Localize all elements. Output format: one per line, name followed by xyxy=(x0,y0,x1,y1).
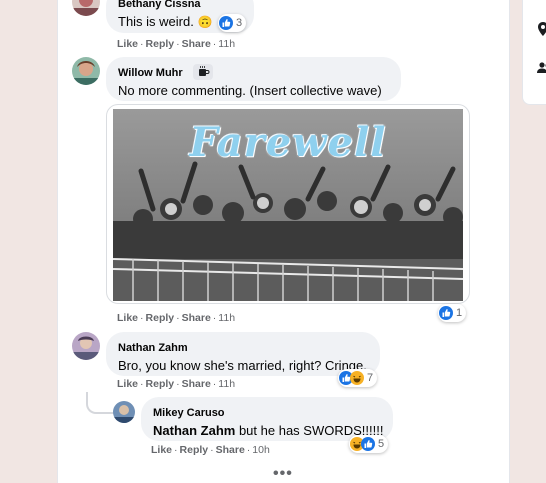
location-pin-icon[interactable] xyxy=(537,22,546,39)
reply-link[interactable]: Reply xyxy=(146,378,175,390)
mention-link[interactable]: Nathan Zahm xyxy=(153,423,235,438)
like-reaction-icon xyxy=(361,437,375,451)
comment-bubble: Nathan Zahm Bro, you know she's married,… xyxy=(106,332,380,376)
comment-body: This is weird. xyxy=(118,14,194,29)
avatar[interactable] xyxy=(72,332,100,360)
laugh-reaction-icon xyxy=(350,371,364,385)
share-link[interactable]: Share xyxy=(182,378,211,390)
reply-link[interactable]: Reply xyxy=(180,444,209,456)
timestamp[interactable]: 10h xyxy=(252,444,270,456)
avatar[interactable] xyxy=(72,57,100,85)
comment-body: No more commenting. (Insert collective w… xyxy=(118,83,382,98)
comment-author[interactable]: Bethany Cissna xyxy=(118,0,201,10)
comment-body: Bro, you know she's married, right? Crin… xyxy=(118,358,367,373)
comment-author[interactable]: Willow Muhr xyxy=(118,67,183,79)
comment-actions: Like · Reply · Share · 11h xyxy=(117,312,236,324)
timestamp[interactable]: 11h xyxy=(218,378,235,390)
more-options-icon[interactable]: ••• xyxy=(273,465,293,483)
reaction-count: 7 xyxy=(367,372,374,384)
like-link[interactable]: Like xyxy=(151,444,172,456)
gif-caption: Farewell xyxy=(189,119,387,166)
like-link[interactable]: Like xyxy=(117,312,138,324)
comment-actions: Like · Reply · Share · 11h xyxy=(117,378,236,390)
timestamp[interactable]: 11h xyxy=(218,312,235,324)
share-link[interactable]: Share xyxy=(182,38,211,50)
comment-actions: Like · Reply · Share · 10h xyxy=(151,444,270,456)
comment-author[interactable]: Nathan Zahm xyxy=(118,342,188,354)
avatar[interactable] xyxy=(113,401,135,423)
farewell-gif-image: Farewell xyxy=(113,109,463,301)
like-reaction-icon xyxy=(219,16,233,30)
reaction-summary[interactable]: 1 xyxy=(438,304,467,322)
comment-author[interactable]: Mikey Caruso xyxy=(153,407,225,419)
reply-link[interactable]: Reply xyxy=(146,38,175,50)
coffee-cup-icon xyxy=(193,63,214,80)
gif-attachment[interactable]: Farewell xyxy=(106,104,470,304)
reaction-summary[interactable]: 3 xyxy=(218,14,247,32)
reaction-summary[interactable]: 5 xyxy=(349,435,389,453)
sidebar-card xyxy=(522,0,546,105)
reaction-summary[interactable]: 7 xyxy=(338,369,378,387)
like-reaction-icon xyxy=(439,306,453,320)
share-link[interactable]: Share xyxy=(216,444,245,456)
comment-text: Nathan Zahm but he has SWORDS!!!!!! xyxy=(153,423,383,438)
share-link[interactable]: Share xyxy=(182,312,211,324)
reaction-count: 5 xyxy=(378,438,385,450)
reply-thread-line xyxy=(86,392,114,414)
comment-actions: Like · Reply · Share · 11h xyxy=(117,38,236,50)
timestamp[interactable]: 11h xyxy=(218,38,235,50)
like-link[interactable]: Like xyxy=(117,38,138,50)
comment-bubble: Willow Muhr No more commenting. (Insert … xyxy=(106,57,401,101)
people-icon[interactable] xyxy=(537,62,546,77)
like-link[interactable]: Like xyxy=(117,378,138,390)
upside-down-face-emoji: 🙃 xyxy=(197,15,213,29)
reply-link[interactable]: Reply xyxy=(146,312,175,324)
reaction-count: 3 xyxy=(236,17,243,29)
reaction-count: 1 xyxy=(456,307,463,319)
